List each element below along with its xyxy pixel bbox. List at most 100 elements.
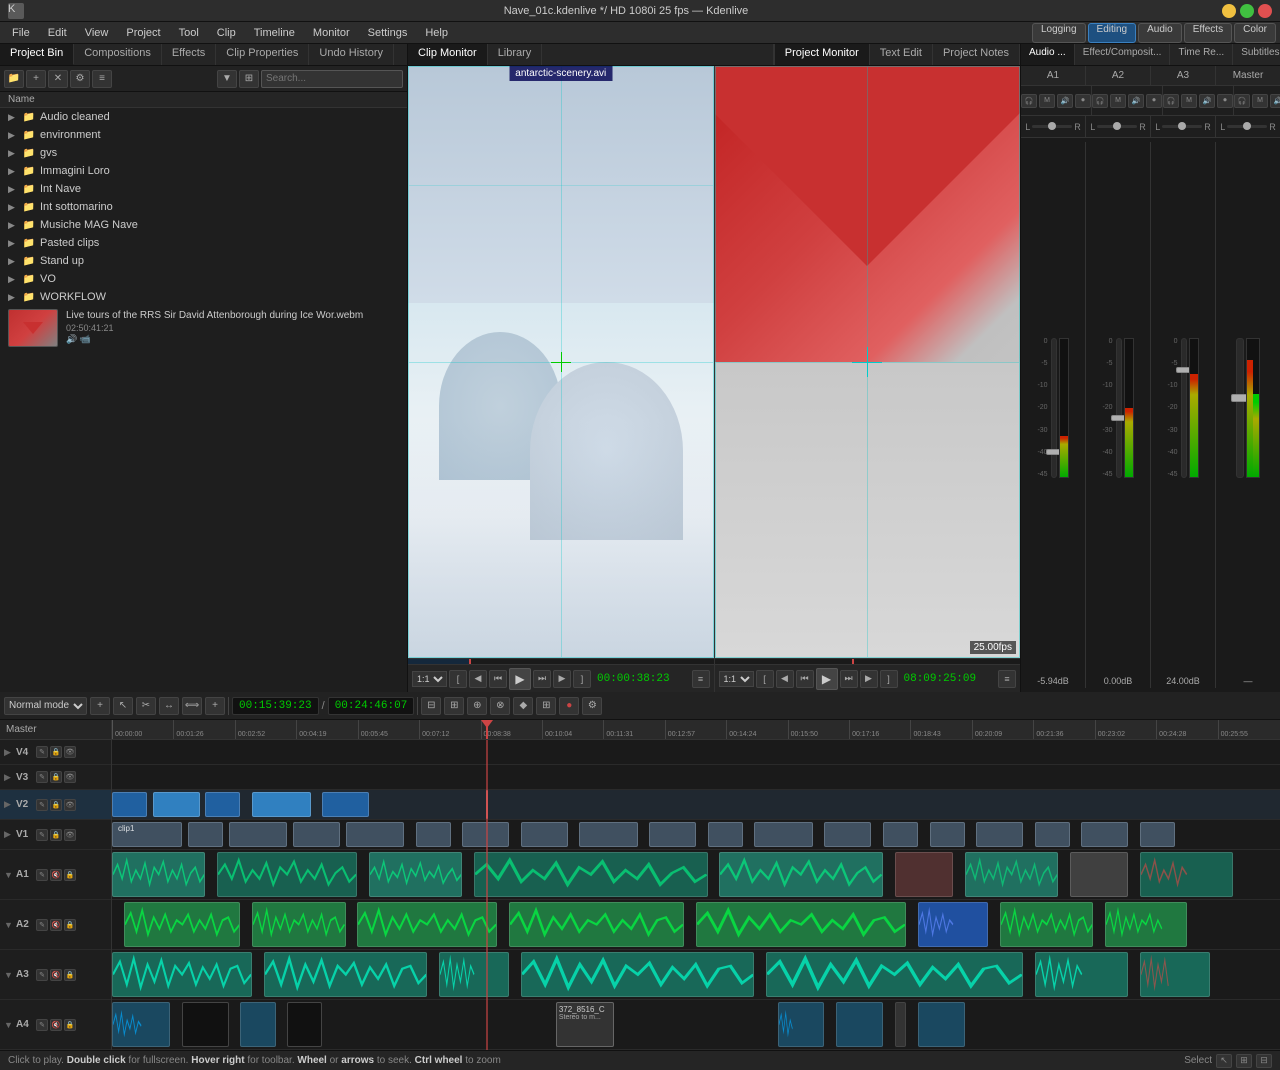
menu-view[interactable]: View bbox=[77, 25, 117, 41]
clip-mark-out[interactable]: ] bbox=[573, 670, 591, 688]
tl-zoom-in[interactable]: + bbox=[205, 697, 225, 715]
list-item[interactable]: ▶ 📁 Stand up bbox=[0, 252, 407, 270]
clip-a2-5[interactable] bbox=[696, 902, 906, 947]
clip-play-btn[interactable]: ▶ bbox=[509, 668, 531, 690]
proj-options-btn[interactable]: ≡ bbox=[998, 670, 1016, 688]
v2-edit-btn[interactable]: ✎ bbox=[36, 799, 48, 811]
proj-play-btn[interactable]: ▶ bbox=[816, 668, 838, 690]
expand-v2[interactable]: ▶ bbox=[4, 799, 14, 810]
close-button[interactable] bbox=[1258, 4, 1272, 18]
expand-v4[interactable]: ▶ bbox=[4, 747, 14, 758]
track-header-a3[interactable]: ▼ A3 ✎ 🔇 🔒 bbox=[0, 950, 111, 1000]
tl-timecode-in[interactable]: 00:15:39:23 bbox=[232, 697, 319, 715]
list-item[interactable]: ▶ 📁 Immagini Loro bbox=[0, 162, 407, 180]
expand-v1[interactable]: ▶ bbox=[4, 829, 14, 840]
clip-v1-15[interactable] bbox=[930, 822, 965, 847]
menu-help[interactable]: Help bbox=[417, 25, 456, 41]
expand-a4[interactable]: ▼ bbox=[4, 1020, 14, 1030]
v4-lock-btn[interactable]: 🔒 bbox=[50, 746, 62, 758]
clip-v1-17[interactable] bbox=[1035, 822, 1070, 847]
clip-a2-2[interactable] bbox=[252, 902, 345, 947]
clip-a1-9[interactable] bbox=[1140, 852, 1233, 897]
clip-a3-3[interactable] bbox=[439, 952, 509, 997]
clip-a4-8[interactable] bbox=[918, 1002, 965, 1047]
ch-a1-mute[interactable]: M bbox=[1039, 94, 1055, 108]
list-item[interactable]: ▶ 📁 gvs bbox=[0, 144, 407, 162]
tab-time-remap[interactable]: Time Re... bbox=[1170, 44, 1233, 65]
tab-clip-properties[interactable]: Clip Properties bbox=[216, 44, 309, 65]
clip-step-back[interactable]: ⏮ bbox=[489, 670, 507, 688]
ch-a1-fader-track[interactable] bbox=[1051, 338, 1057, 478]
menu-edit[interactable]: Edit bbox=[40, 25, 75, 41]
clip-v1-7[interactable] bbox=[462, 822, 509, 847]
proj-mark-out[interactable]: ] bbox=[880, 670, 898, 688]
proj-step-fwd[interactable]: ⏭ bbox=[840, 670, 858, 688]
clip-a1-1[interactable] bbox=[112, 852, 205, 897]
clip-v1-14[interactable] bbox=[883, 822, 918, 847]
ch-master-headphone[interactable]: 🎧 bbox=[1234, 94, 1250, 108]
clip-v2-1[interactable] bbox=[112, 792, 147, 817]
list-item[interactable]: ▶ 📁 Pasted clips bbox=[0, 234, 407, 252]
project-monitor-display[interactable]: 25.00fps bbox=[715, 66, 1021, 658]
workspace-editing[interactable]: Editing bbox=[1088, 23, 1137, 43]
ch-a3-pan-slider[interactable] bbox=[1162, 125, 1202, 128]
status-snap-btn[interactable]: ⊞ bbox=[1236, 1054, 1252, 1068]
tl-rec-btn[interactable]: ● bbox=[559, 697, 579, 715]
bin-view-btn[interactable]: ⊞ bbox=[239, 70, 259, 88]
clip-zoom-select[interactable]: 1:1 bbox=[412, 671, 447, 687]
ch-a1-pan-slider[interactable] bbox=[1032, 125, 1072, 128]
expand-a3[interactable]: ▼ bbox=[4, 970, 14, 980]
a1-edit-btn[interactable]: ✎ bbox=[36, 869, 48, 881]
clip-v2-4[interactable] bbox=[252, 792, 310, 817]
status-grid-btn[interactable]: ⊟ bbox=[1256, 1054, 1272, 1068]
clip-a3-2[interactable] bbox=[264, 952, 428, 997]
tl-select-tool[interactable]: ↖ bbox=[113, 697, 133, 715]
ch-a2-mute[interactable]: M bbox=[1110, 94, 1126, 108]
ch-a3-record[interactable]: ⏺ bbox=[1217, 94, 1233, 108]
menu-settings[interactable]: Settings bbox=[360, 25, 416, 41]
tab-text-edit[interactable]: Text Edit bbox=[870, 44, 933, 65]
clip-v1-16[interactable] bbox=[976, 822, 1023, 847]
tl-overwrite-btn[interactable]: ⊗ bbox=[490, 697, 510, 715]
ch-a2-solo[interactable]: 🔊 bbox=[1128, 94, 1144, 108]
v1-edit-btn[interactable]: ✎ bbox=[36, 829, 48, 841]
workspace-color[interactable]: Color bbox=[1234, 23, 1276, 43]
clip-prev-frame[interactable]: ◀ bbox=[469, 670, 487, 688]
ch-master-solo[interactable]: 🔊 bbox=[1270, 94, 1280, 108]
ch-master-fader-track[interactable] bbox=[1236, 338, 1244, 478]
maximize-button[interactable] bbox=[1240, 4, 1254, 18]
list-item[interactable]: ▶ 📁 Int Nave bbox=[0, 180, 407, 198]
v3-lock-btn[interactable]: 🔒 bbox=[50, 771, 62, 783]
menu-tool[interactable]: Tool bbox=[171, 25, 207, 41]
list-item[interactable]: ▶ 📁 Musiche MAG Nave bbox=[0, 216, 407, 234]
track-header-v3[interactable]: ▶ V3 ✎ 🔒 👁 bbox=[0, 765, 111, 790]
clip-a4-6[interactable] bbox=[836, 1002, 883, 1047]
ch-a3-solo[interactable]: 🔊 bbox=[1199, 94, 1215, 108]
clip-a2-3[interactable] bbox=[357, 902, 497, 947]
clip-a1-4[interactable] bbox=[474, 852, 708, 897]
proj-prev-frame[interactable]: ◀ bbox=[776, 670, 794, 688]
tab-subtitles[interactable]: Subtitles bbox=[1233, 44, 1280, 65]
a1-mute-btn[interactable]: 🔇 bbox=[50, 869, 62, 881]
clip-a3-5[interactable] bbox=[766, 952, 1023, 997]
clip-v1-4[interactable] bbox=[293, 822, 340, 847]
clip-v1-2[interactable] bbox=[188, 822, 223, 847]
tab-library[interactable]: Library bbox=[488, 44, 543, 65]
bin-settings-btn[interactable]: ⚙ bbox=[70, 70, 90, 88]
clip-v2-3[interactable] bbox=[205, 792, 240, 817]
clip-a4-7[interactable] bbox=[895, 1002, 907, 1047]
bin-filter-btn[interactable]: ▼ bbox=[217, 70, 237, 88]
tl-insert-btn[interactable]: ⊕ bbox=[467, 697, 487, 715]
v4-edit-btn[interactable]: ✎ bbox=[36, 746, 48, 758]
bin-menu-btn[interactable]: ≡ bbox=[92, 70, 112, 88]
clip-a4-3[interactable] bbox=[240, 1002, 275, 1047]
a4-lock-btn[interactable]: 🔒 bbox=[64, 1019, 76, 1031]
tab-effects[interactable]: Effects bbox=[162, 44, 216, 65]
clip-a3-1[interactable] bbox=[112, 952, 252, 997]
list-item[interactable]: ▶ 📁 VO bbox=[0, 270, 407, 288]
clip-a3-7[interactable] bbox=[1140, 952, 1210, 997]
clip-monitor-display[interactable]: antarctic-scenery.avi bbox=[408, 66, 714, 658]
tl-slip-tool[interactable]: ↔ bbox=[159, 697, 179, 715]
tl-spacer-tool[interactable]: ⟺ bbox=[182, 697, 202, 715]
list-item[interactable]: ▶ 📁 WORKFLOW bbox=[0, 288, 407, 306]
